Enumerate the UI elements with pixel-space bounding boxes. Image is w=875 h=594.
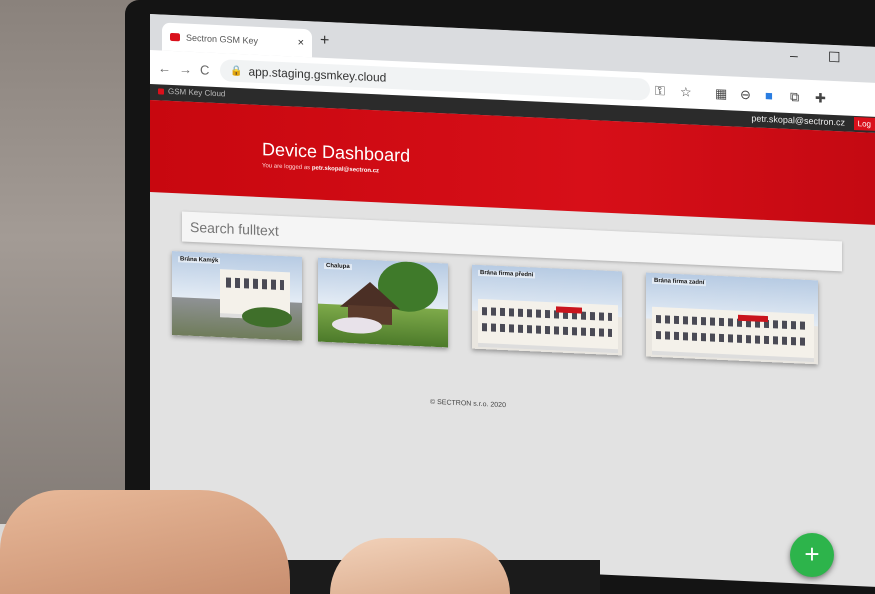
key-icon[interactable]: ⚿ xyxy=(655,83,665,99)
reload-button[interactable]: C xyxy=(200,62,209,77)
minimize-button[interactable]: – xyxy=(790,47,798,63)
brand-icon xyxy=(158,88,164,95)
sectron-favicon-icon xyxy=(170,32,180,42)
login-info-prefix: You are logged as xyxy=(262,163,311,172)
logout-button[interactable]: Log xyxy=(853,116,875,131)
star-icon[interactable]: ☆ xyxy=(680,84,692,101)
login-info: You are logged as petr.skopal@sectron.cz xyxy=(262,163,379,174)
device-card[interactable]: Brána Kamýk xyxy=(172,250,302,341)
puzzle-icon[interactable]: ✚ xyxy=(815,90,826,106)
tab-close-icon[interactable]: × xyxy=(298,37,304,49)
new-tab-button[interactable]: + xyxy=(320,32,329,50)
maximize-button[interactable]: ☐ xyxy=(828,49,841,67)
brand-name: GSM Key Cloud xyxy=(168,86,226,99)
browser-window: Sectron GSM Key × + – ☐ ← → C 🔒 app.stag… xyxy=(150,14,875,587)
add-device-button[interactable]: + xyxy=(790,533,834,577)
tab-title: Sectron GSM Key xyxy=(186,32,259,46)
device-card[interactable]: Chalupa xyxy=(318,257,448,348)
extension-blue-icon[interactable]: ■ xyxy=(765,88,773,103)
extension-tab-icon[interactable]: ⊖ xyxy=(740,87,751,103)
user-email: petr.skopal@sectron.cz xyxy=(751,113,845,128)
footer-copyright: © SECTRON s.r.o. 2020 xyxy=(430,398,506,410)
extension-news-icon[interactable]: ▦ xyxy=(715,86,727,103)
url-text: app.staging.gsmkey.cloud xyxy=(248,64,387,85)
device-card[interactable]: Brána firma zadní xyxy=(646,272,818,365)
device-card[interactable]: Brána firma předni xyxy=(472,264,622,356)
left-hand xyxy=(0,490,290,594)
back-button[interactable]: ← xyxy=(158,60,171,76)
login-info-email: petr.skopal@sectron.cz xyxy=(311,165,380,175)
forward-button[interactable]: → xyxy=(179,61,192,77)
brand-logo[interactable]: GSM Key Cloud xyxy=(158,86,225,98)
lock-icon: 🔒 xyxy=(230,65,243,77)
device-name: Chalupa xyxy=(324,262,352,271)
right-hand xyxy=(330,538,510,594)
sectron-sign xyxy=(556,306,582,314)
extension-code-icon[interactable]: ⧉ xyxy=(790,89,799,105)
page-title: Device Dashboard xyxy=(262,139,411,166)
